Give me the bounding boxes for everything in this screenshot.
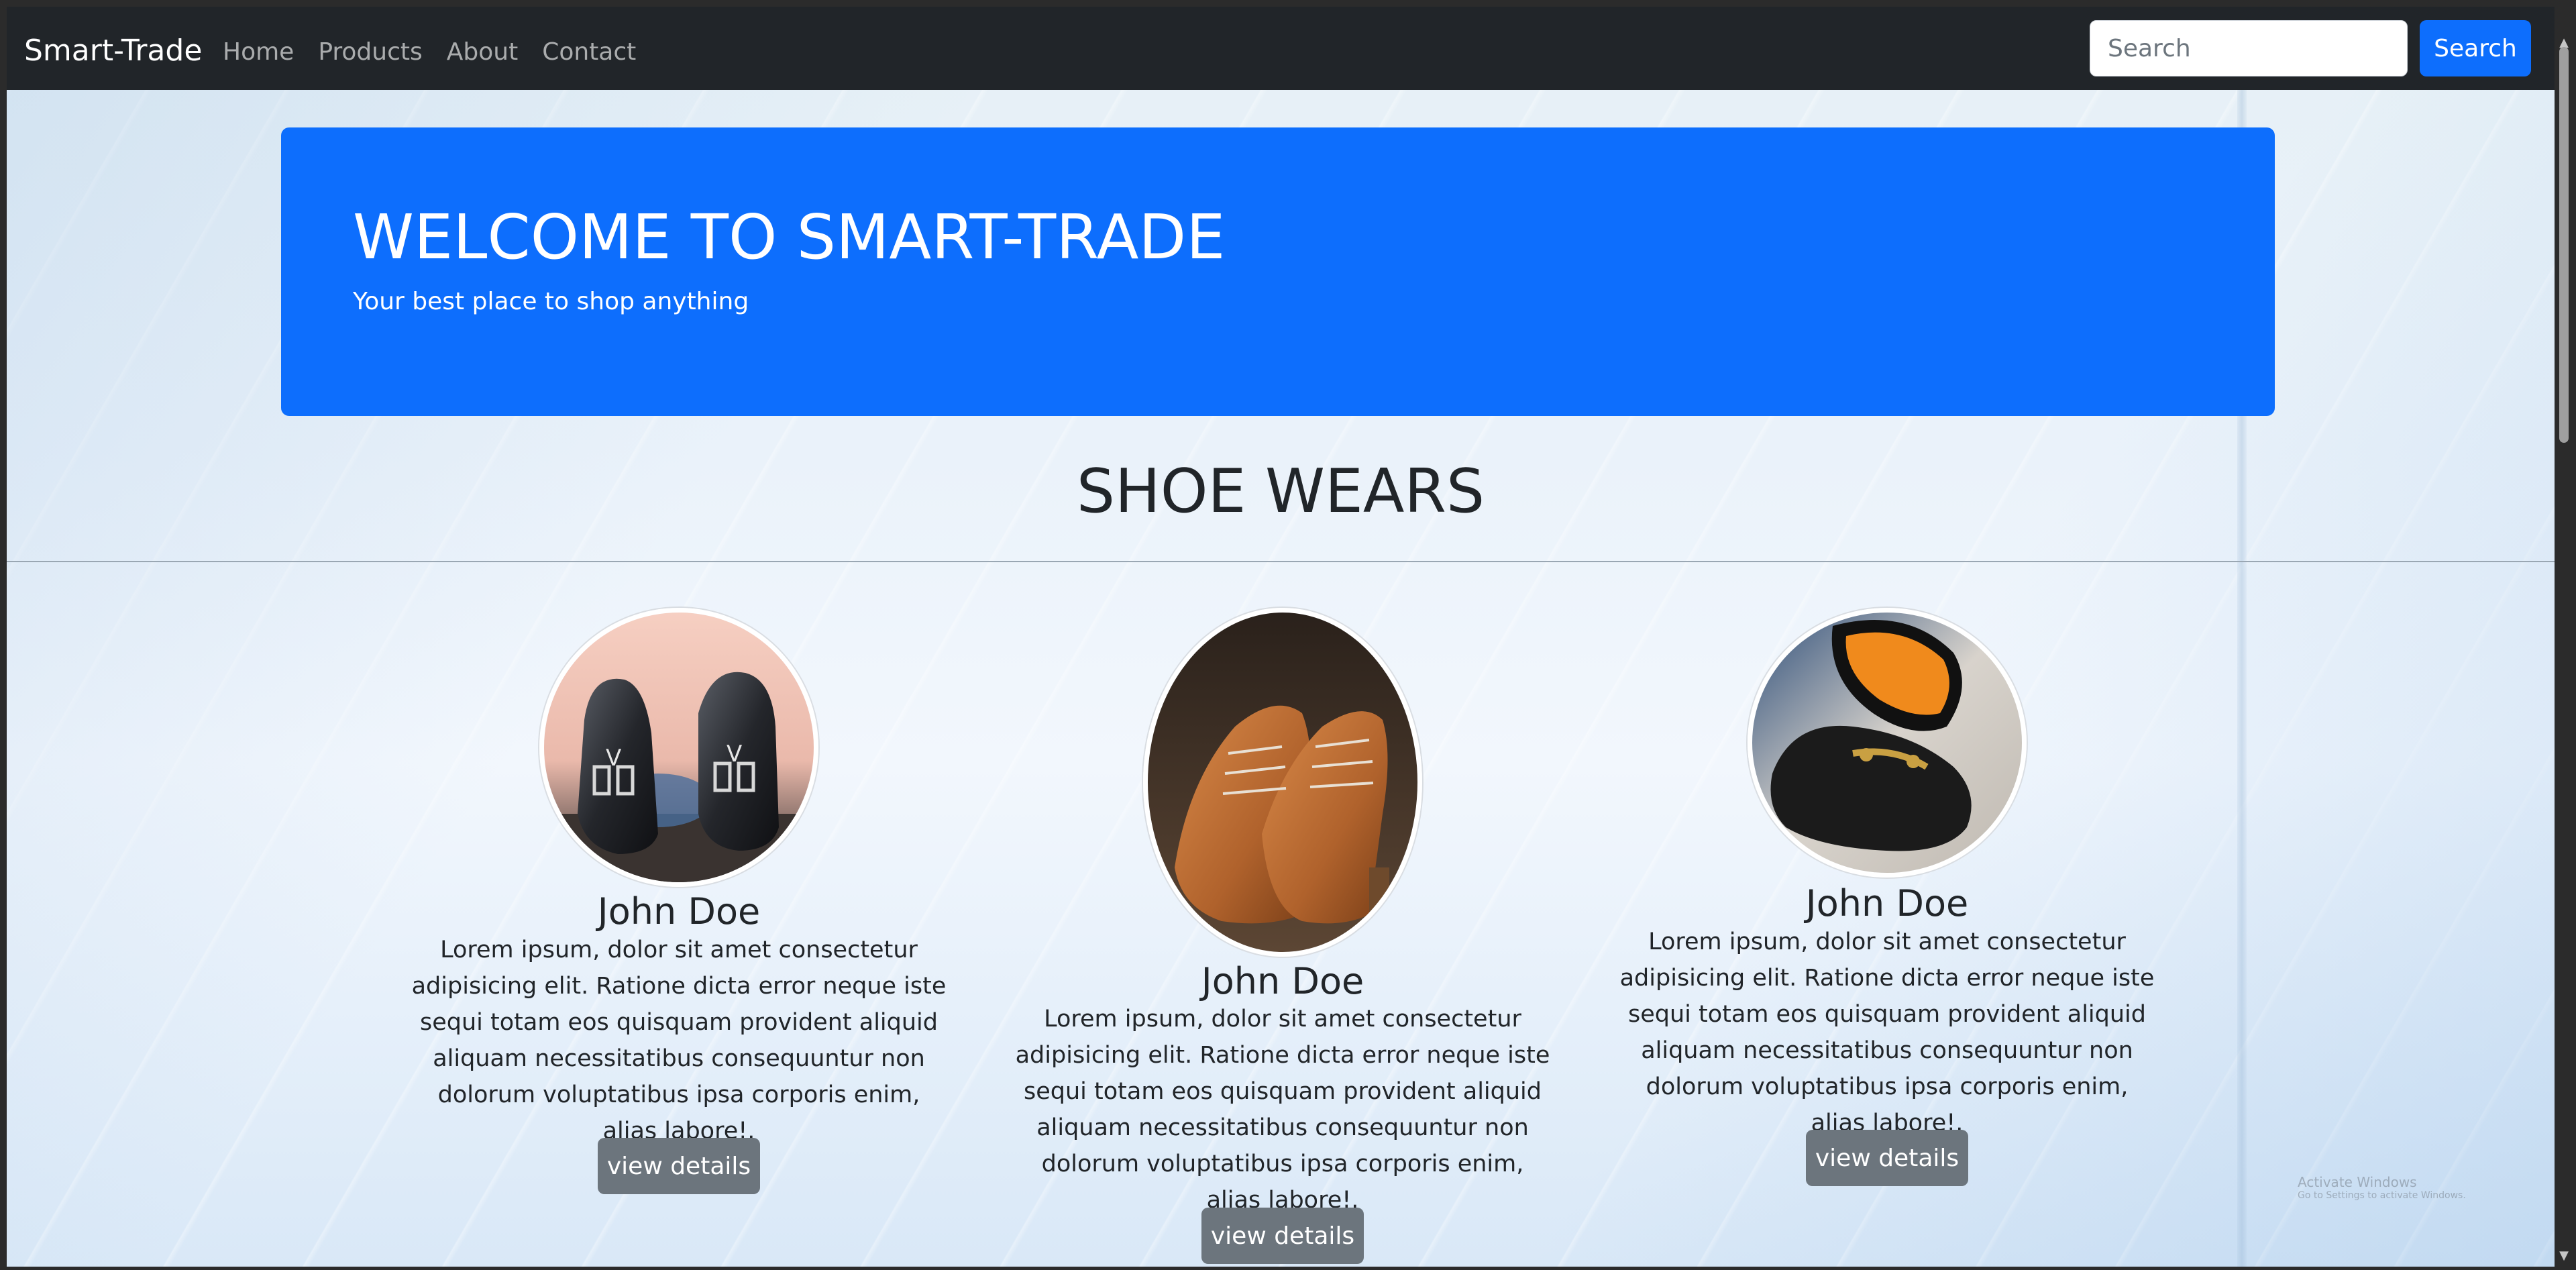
svg-text:V: V [606, 745, 621, 772]
watermark-title: Activate Windows [2298, 1174, 2417, 1190]
product-card: John Doe Lorem ipsum, dolor sit amet con… [1609, 600, 2165, 1204]
product-name: John Doe [1201, 960, 1364, 1002]
navbar: Smart-Trade Home Products About Contact … [7, 7, 2555, 90]
hero-title: WELCOME TO SMART-TRADE [353, 201, 1226, 273]
shoe-illustration-icon [1752, 613, 2022, 873]
product-image-black-loafer-orange-sole[interactable] [1748, 608, 2027, 878]
watermark-subtitle: Go to Settings to activate Windows. [2298, 1190, 2466, 1201]
hero-subtitle: Your best place to shop anything [353, 288, 749, 315]
view-details-button[interactable]: view details [1806, 1130, 1968, 1186]
product-image-black-monk-strap-shoes[interactable]: V V [539, 608, 818, 887]
product-name: John Doe [1805, 882, 1969, 924]
product-card: John Doe Lorem ipsum, dolor sit amet con… [1004, 600, 1561, 1264]
browser-viewport: Smart-Trade Home Products About Contact … [7, 7, 2555, 1267]
product-image-brown-suede-derby-shoes[interactable] [1143, 608, 1422, 957]
nav-link-home[interactable]: Home [223, 40, 294, 64]
product-name: John Doe [597, 890, 761, 933]
section-divider [7, 561, 2555, 562]
shoe-illustration-icon: V V [544, 613, 814, 882]
view-details-button[interactable]: view details [1201, 1208, 1364, 1264]
nav-links: Home Products About Contact [223, 40, 660, 64]
scroll-thumb[interactable] [2559, 47, 2569, 443]
view-details-button[interactable]: view details [598, 1138, 760, 1194]
product-card: V V John Doe Lorem ipsum, dolor sit amet… [400, 600, 957, 1204]
activation-watermark: Activate Windows Go to Settings to activ… [2298, 1174, 2466, 1202]
product-description: Lorem ipsum, dolor sit amet consectetur … [1619, 929, 2155, 1136]
hero-banner: WELCOME TO SMART-TRADE Your best place t… [281, 127, 2275, 416]
nav-link-about[interactable]: About [447, 40, 518, 64]
search-button[interactable]: Search [2420, 20, 2531, 76]
nav-link-products[interactable]: Products [318, 40, 422, 64]
brand-link[interactable]: Smart-Trade [24, 36, 202, 66]
shoe-illustration-icon [1148, 613, 1417, 952]
svg-text:V: V [727, 741, 742, 768]
nav-link-contact[interactable]: Contact [542, 40, 636, 64]
product-description: Lorem ipsum, dolor sit amet consectetur … [411, 937, 947, 1145]
section-title: SHOE WEARS [1076, 456, 1485, 527]
search-input[interactable] [2090, 20, 2408, 76]
vertical-scrollbar[interactable]: ▲ ▼ [2555, 7, 2573, 1267]
scroll-down-arrow-icon[interactable]: ▼ [2557, 1249, 2571, 1263]
product-description: Lorem ipsum, dolor sit amet consectetur … [1015, 1006, 1550, 1214]
